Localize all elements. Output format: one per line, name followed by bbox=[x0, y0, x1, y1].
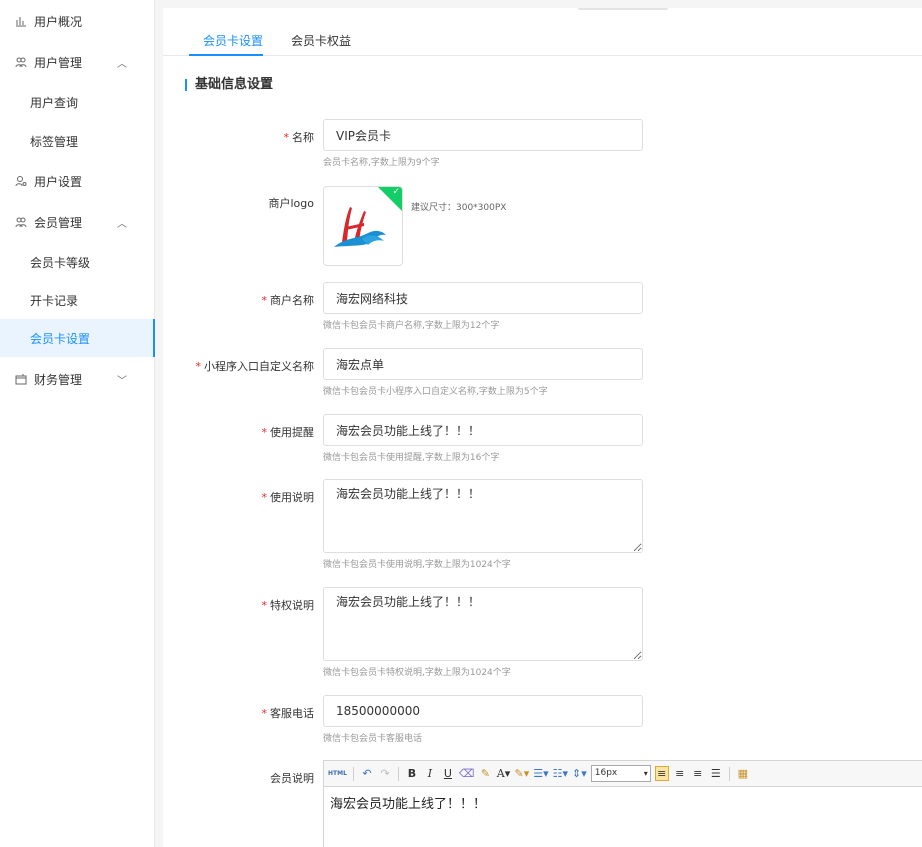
italic-icon[interactable]: I bbox=[423, 767, 437, 780]
name-label: * 名称 bbox=[283, 131, 315, 144]
main-panel: 会员卡设置 会员卡权益 基础信息设置 *名称 会员卡名称,字数上限为9个字 商户… bbox=[163, 8, 922, 847]
sidebar-item-label: 会员卡设置 bbox=[30, 331, 91, 346]
bold-icon[interactable]: B bbox=[405, 767, 419, 780]
sidebar: 用户概况 用户管理 ︿ 用户查询 标签管理 用户设置 会员管理 ︿ 会员卡等级 … bbox=[0, 0, 155, 847]
underline-icon[interactable]: U bbox=[441, 767, 455, 780]
unordered-list-icon[interactable]: ☷▾ bbox=[553, 767, 568, 780]
sidebar-item-label: 会员卡等级 bbox=[30, 255, 91, 270]
sidebar-item-user-settings[interactable]: 用户设置 bbox=[0, 162, 155, 200]
app-root: 用户概况 用户管理 ︿ 用户查询 标签管理 用户设置 会员管理 ︿ 会员卡等级 … bbox=[0, 0, 922, 847]
align-right-icon[interactable]: ≡ bbox=[691, 767, 705, 780]
sidebar-item-label: 用户管理 bbox=[34, 55, 83, 70]
member-icon bbox=[14, 215, 28, 229]
align-left-icon[interactable]: ≡ bbox=[654, 766, 669, 781]
required-mark: * bbox=[283, 131, 290, 144]
usage-desc-hint: 微信卡包会员卡使用说明,字数上限为1024个字 bbox=[323, 560, 511, 570]
tab-indicator bbox=[189, 54, 263, 56]
chevron-up-icon: ︿ bbox=[117, 58, 127, 70]
sidebar-item-label: 标签管理 bbox=[30, 134, 79, 149]
usage-desc-label: * 使用说明 bbox=[261, 491, 315, 504]
html-source-button[interactable]: HTML bbox=[328, 770, 347, 777]
sidebar-item-label: 会员管理 bbox=[34, 215, 83, 230]
miniapp-name-hint: 微信卡包会员卡小程序入口自定义名称,字数上限为5个字 bbox=[323, 387, 548, 397]
privilege-desc-label: * 特权说明 bbox=[261, 599, 315, 612]
undo-icon[interactable]: ↶ bbox=[360, 767, 374, 780]
sidebar-item-tag-management[interactable]: 标签管理 bbox=[0, 122, 155, 160]
privilege-desc-hint: 微信卡包会员卡特权说明,字数上限为1024个字 bbox=[323, 668, 511, 678]
sidebar-item-finance[interactable]: 财务管理 ﹀ bbox=[0, 360, 155, 398]
editor-content[interactable]: 海宏会员功能上线了！！！ bbox=[324, 787, 922, 818]
merchant-name-label: * 商户名称 bbox=[261, 294, 315, 307]
usage-desc-textarea[interactable]: 海宏会员功能上线了！！！ bbox=[323, 479, 643, 553]
member-desc-label: 会员说明 bbox=[270, 772, 314, 785]
service-phone-label: * 客服电话 bbox=[261, 707, 315, 720]
merchant-name-hint: 微信卡包会员卡商户名称,字数上限为12个字 bbox=[323, 321, 500, 331]
user-settings-icon bbox=[14, 174, 28, 188]
required-mark: * bbox=[261, 599, 268, 612]
toolbar-divider bbox=[352, 766, 354, 781]
miniapp-name-input[interactable] bbox=[323, 348, 643, 380]
sidebar-item-user-management[interactable]: 用户管理 ︿ bbox=[0, 43, 155, 81]
section-title: 基础信息设置 bbox=[185, 78, 273, 91]
ordered-list-icon[interactable]: ☰▾ bbox=[533, 767, 548, 780]
service-phone-input[interactable] bbox=[323, 695, 643, 727]
format-brush-icon[interactable]: ✎ bbox=[478, 767, 492, 780]
line-height-icon[interactable]: ⇕▾ bbox=[572, 767, 587, 780]
service-phone-hint: 微信卡包会员卡客服电话 bbox=[323, 734, 423, 744]
logo-label: 商户logo bbox=[268, 197, 315, 210]
usage-notice-input[interactable] bbox=[323, 414, 643, 446]
toolbar-divider bbox=[728, 766, 730, 781]
required-mark: * bbox=[261, 707, 268, 720]
required-mark: * bbox=[261, 426, 268, 439]
image-icon[interactable]: ▦ bbox=[736, 767, 750, 780]
align-justify-icon[interactable]: ☰ bbox=[709, 767, 723, 780]
logo-upload[interactable]: ✓ bbox=[323, 186, 403, 266]
sidebar-item-card-records[interactable]: 开卡记录 bbox=[0, 281, 155, 319]
sidebar-item-label: 用户设置 bbox=[34, 174, 83, 189]
redo-icon[interactable]: ↷ bbox=[378, 767, 392, 780]
sidebar-item-member-management[interactable]: 会员管理 ︿ bbox=[0, 203, 155, 241]
font-size-select[interactable]: 16px bbox=[590, 765, 651, 782]
sidebar-item-label: 财务管理 bbox=[34, 372, 83, 387]
sidebar-item-card-level[interactable]: 会员卡等级 bbox=[0, 243, 155, 281]
required-mark: * bbox=[195, 360, 202, 373]
privilege-desc-textarea[interactable]: 海宏会员功能上线了！！！ bbox=[323, 587, 643, 661]
editor-toolbar: HTML ↶ ↷ B I U ⌫ ✎ A▾ ✎▾ ☰▾ ☷▾ ⇕▾ 16px ≡… bbox=[324, 761, 922, 787]
tab-bar: 会员卡设置 会员卡权益 bbox=[163, 8, 922, 56]
sidebar-item-label: 用户概况 bbox=[34, 14, 83, 29]
check-icon: ✓ bbox=[392, 187, 400, 197]
name-hint: 会员卡名称,字数上限为9个字 bbox=[323, 158, 440, 168]
merchant-name-input[interactable] bbox=[323, 282, 643, 314]
sidebar-item-user-overview[interactable]: 用户概况 bbox=[0, 2, 155, 40]
miniapp-name-label: * 小程序入口自定义名称 bbox=[195, 360, 315, 373]
required-mark: * bbox=[261, 491, 268, 504]
name-input[interactable] bbox=[323, 119, 643, 151]
sidebar-item-label: 开卡记录 bbox=[30, 293, 79, 308]
user-group-icon bbox=[14, 55, 28, 69]
eraser-icon[interactable]: ⌫ bbox=[459, 767, 475, 780]
bar-chart-icon bbox=[14, 14, 28, 28]
background-color-icon[interactable]: ✎▾ bbox=[514, 767, 529, 780]
chevron-down-icon: ﹀ bbox=[117, 375, 127, 387]
sidebar-item-user-query[interactable]: 用户查询 bbox=[0, 83, 155, 121]
usage-notice-label: * 使用提醒 bbox=[261, 426, 315, 439]
required-mark: * bbox=[261, 294, 268, 307]
tab-card-benefits[interactable]: 会员卡权益 bbox=[291, 32, 351, 49]
sidebar-item-card-settings[interactable]: 会员卡设置 bbox=[0, 319, 155, 357]
toolbar-divider bbox=[397, 766, 399, 781]
rich-text-editor: HTML ↶ ↷ B I U ⌫ ✎ A▾ ✎▾ ☰▾ ☷▾ ⇕▾ 16px ≡… bbox=[323, 760, 922, 847]
sidebar-item-label: 用户查询 bbox=[30, 95, 79, 110]
logo-hint: 建议尺寸：300*300PX bbox=[411, 203, 507, 213]
usage-notice-hint: 微信卡包会员卡使用提醒,字数上限为16个字 bbox=[323, 453, 500, 463]
wallet-icon bbox=[14, 372, 28, 386]
chevron-up-icon: ︿ bbox=[117, 218, 127, 230]
align-center-icon[interactable]: ≡ bbox=[673, 767, 687, 780]
font-color-icon[interactable]: A▾ bbox=[496, 767, 510, 780]
tab-card-settings[interactable]: 会员卡设置 bbox=[203, 32, 263, 49]
